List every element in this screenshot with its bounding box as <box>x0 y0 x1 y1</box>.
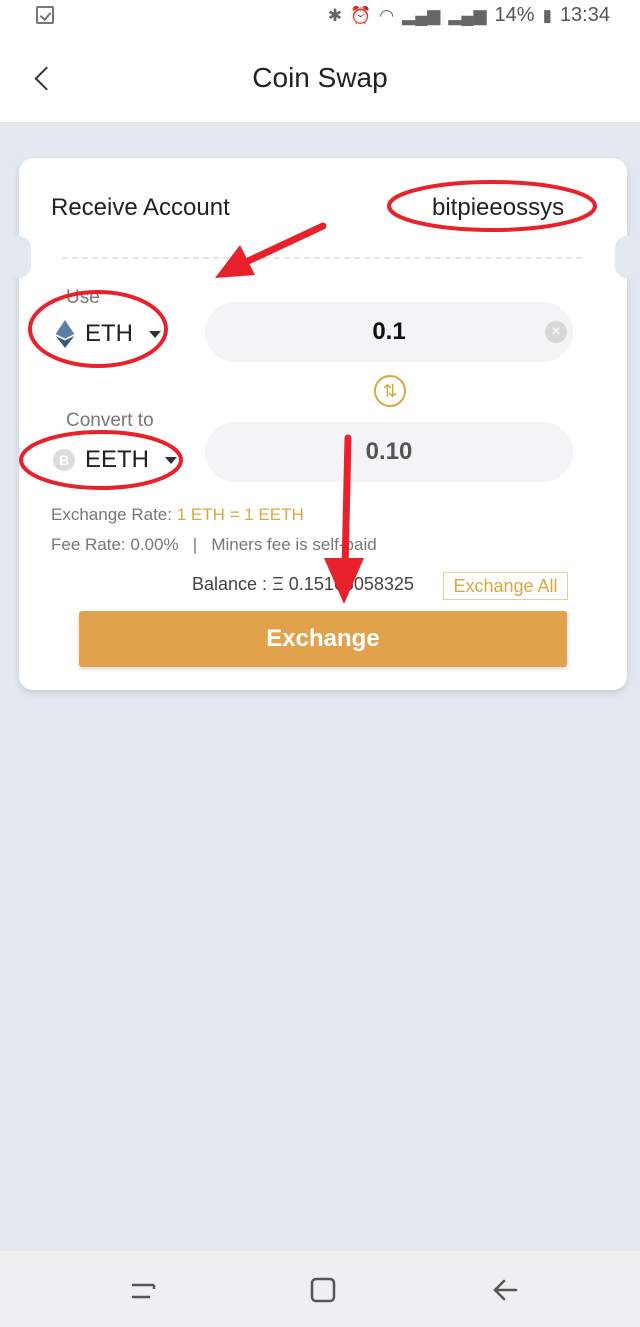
dashed-divider <box>62 257 582 259</box>
signal-icon-2: ▂▄▆ <box>448 5 487 25</box>
receive-account-label: Receive Account <box>51 194 230 221</box>
convert-coin-name: EETH <box>85 446 150 473</box>
exchange-rate-value: 1 ETH = 1 EETH <box>176 505 304 524</box>
exchange-rate-line: Exchange Rate: 1 ETH = 1 EETH <box>51 505 304 525</box>
system-nav-bar <box>0 1251 640 1327</box>
battery-percent: 14% <box>494 4 535 26</box>
balance-line: Balance : Ξ 0.15166058325 <box>192 574 414 595</box>
home-icon[interactable] <box>306 1273 340 1307</box>
use-coin-name: ETH <box>85 320 133 347</box>
signal-icon: ▂▄▆ <box>402 5 441 25</box>
alarm-icon: ⏰ <box>350 5 372 25</box>
eth-icon <box>55 320 75 348</box>
ticket-notch-right <box>615 236 639 278</box>
clear-icon[interactable]: × <box>545 321 567 343</box>
receive-account-value[interactable]: bitpieeossys <box>432 194 564 222</box>
use-coin-select[interactable]: ETH <box>55 320 161 348</box>
fee-rate-line: Fee Rate: 0.00% | Miners fee is self-pai… <box>51 535 377 554</box>
status-bar: ✱ ⏰ ◠ ▂▄▆ ▂▄▆ 14% ▮ 13:34 <box>0 0 640 34</box>
exchange-all-button[interactable]: Exchange All <box>443 572 568 600</box>
recent-apps-icon[interactable] <box>126 1273 160 1307</box>
exchange-rate-label: Exchange Rate: <box>51 505 172 524</box>
balance-label: Balance : <box>192 574 268 594</box>
balance-value: 0.15166058325 <box>288 574 414 594</box>
convert-amount-field: 0.10 <box>205 422 573 482</box>
convert-label: Convert to <box>66 410 154 431</box>
bluetooth-icon: ✱ <box>327 5 343 25</box>
ticket-notch-left <box>7 236 31 278</box>
clock: 13:34 <box>559 4 610 26</box>
eth-symbol: Ξ <box>272 574 284 594</box>
back-nav-icon[interactable] <box>488 1273 522 1307</box>
app-bar: Coin Swap <box>0 34 640 122</box>
chevron-down-icon <box>149 330 161 338</box>
status-right: ✱ ⏰ ◠ ▂▄▆ ▂▄▆ 14% ▮ 13:34 <box>328 4 610 27</box>
convert-coin-select[interactable]: B EETH <box>53 446 178 474</box>
swap-direction-icon[interactable]: ⇅ <box>374 375 406 407</box>
eeth-coin-icon: B <box>53 449 75 471</box>
battery-icon: ▮ <box>542 5 552 25</box>
use-amount-input[interactable]: 0.1 <box>205 302 573 362</box>
chevron-down-icon <box>165 456 178 464</box>
checkbox-notification-icon <box>36 6 54 24</box>
use-label: Use <box>66 287 100 308</box>
page-title: Coin Swap <box>252 62 388 93</box>
exchange-button[interactable]: Exchange <box>79 611 567 667</box>
wifi-icon: ◠ <box>379 5 395 25</box>
